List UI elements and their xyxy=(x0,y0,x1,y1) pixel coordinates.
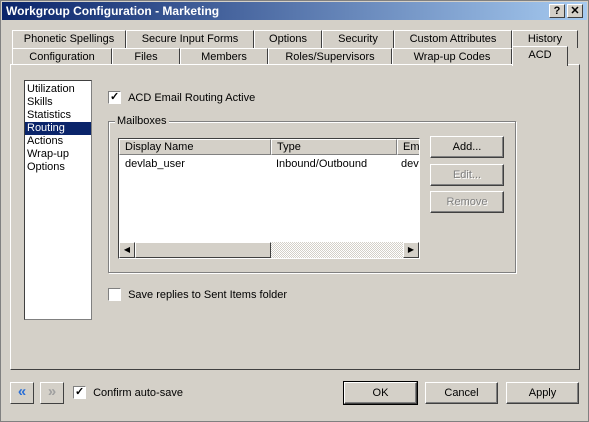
nav-item-skills[interactable]: Skills xyxy=(25,96,91,109)
save-replies-checkbox[interactable] xyxy=(108,288,121,301)
acd-email-routing-checkbox[interactable] xyxy=(108,90,121,104)
horizontal-scrollbar[interactable]: ◀ ▶ xyxy=(119,242,419,258)
remove-mailbox-button[interactable]: Remove xyxy=(430,191,504,213)
nav-item-wrap-up[interactable]: Wrap-up xyxy=(25,148,91,161)
save-replies-label: Save replies to Sent Items folder xyxy=(128,288,288,301)
ok-button[interactable]: OK xyxy=(343,381,418,405)
tab-acd[interactable]: ACD xyxy=(512,46,568,66)
next-page-icon[interactable]: » xyxy=(40,382,64,404)
tab-security[interactable]: Security xyxy=(322,30,394,48)
nav-item-actions[interactable]: Actions xyxy=(25,135,91,148)
column-header-type[interactable]: Type xyxy=(271,139,397,155)
mailbox-row-display-name[interactable]: devlab_user xyxy=(125,158,271,170)
column-header-email[interactable]: Ema xyxy=(397,139,419,155)
confirm-autosave-option[interactable]: Confirm auto-save xyxy=(73,385,183,399)
tab-phonetic-spellings[interactable]: Phonetic Spellings xyxy=(12,30,126,48)
nav-item-options[interactable]: Options xyxy=(25,161,91,174)
column-header-display-name[interactable]: Display Name xyxy=(119,139,271,155)
workgroup-config-window: Workgroup Configuration - Marketing ? ✕ … xyxy=(0,0,589,422)
scroll-right-icon[interactable]: ▶ xyxy=(403,242,419,258)
confirm-autosave-label: Confirm auto-save xyxy=(93,386,183,399)
mailbox-row-email[interactable]: dev xyxy=(401,158,419,170)
edit-mailbox-button[interactable]: Edit... xyxy=(430,164,504,186)
window-title: Workgroup Configuration - Marketing xyxy=(6,4,220,18)
mailboxes-legend: Mailboxes xyxy=(115,115,169,127)
nav-item-routing[interactable]: Routing xyxy=(25,122,91,135)
mailbox-row-type[interactable]: Inbound/Outbound xyxy=(276,158,396,170)
acd-email-routing-label: ACD Email Routing Active xyxy=(128,91,256,104)
scroll-left-icon[interactable]: ◀ xyxy=(119,242,135,258)
tab-custom-attributes[interactable]: Custom Attributes xyxy=(394,30,512,48)
apply-button[interactable]: Apply xyxy=(506,382,579,404)
close-button[interactable]: ✕ xyxy=(567,4,583,18)
tab-secure-input-forms[interactable]: Secure Input Forms xyxy=(126,30,254,48)
previous-page-icon[interactable]: « xyxy=(10,382,34,404)
title-bar: Workgroup Configuration - Marketing ? ✕ xyxy=(2,2,587,20)
mailboxes-list[interactable]: Display Name Type Ema devlab_user Inboun… xyxy=(118,138,420,259)
tab-options[interactable]: Options xyxy=(254,30,322,48)
nav-item-statistics[interactable]: Statistics xyxy=(25,109,91,122)
confirm-autosave-checkbox[interactable] xyxy=(73,385,86,399)
nav-item-utilization[interactable]: Utilization xyxy=(25,83,91,96)
save-replies-option[interactable]: Save replies to Sent Items folder xyxy=(108,288,287,301)
scroll-thumb[interactable] xyxy=(135,242,271,258)
help-button[interactable]: ? xyxy=(549,4,565,18)
acd-email-routing-option[interactable]: ACD Email Routing Active xyxy=(108,90,256,104)
acd-nav-list[interactable]: Utilization Skills Statistics Routing Ac… xyxy=(24,80,92,320)
add-mailbox-button[interactable]: Add... xyxy=(430,136,504,158)
cancel-button[interactable]: Cancel xyxy=(425,382,498,404)
